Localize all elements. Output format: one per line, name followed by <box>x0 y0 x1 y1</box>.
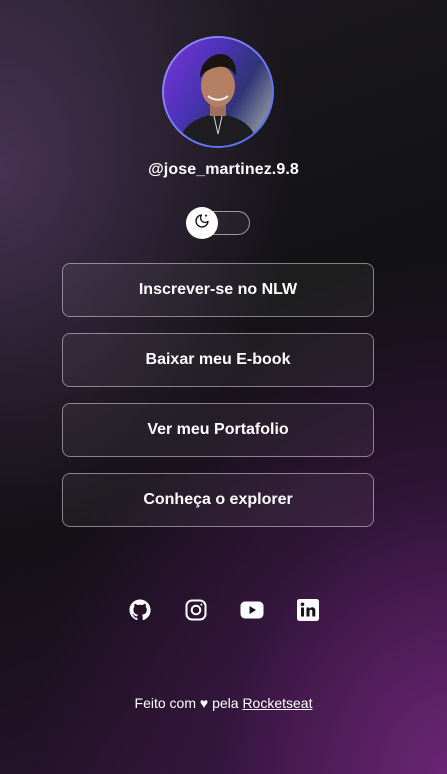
toggle-knob[interactable] <box>186 207 218 239</box>
page: @jose_martinez.9.8 Inscrever-se no NLW B… <box>0 0 447 774</box>
linkedin-icon[interactable] <box>296 598 320 622</box>
moon-icon <box>194 213 210 234</box>
profile-handle: @jose_martinez.9.8 <box>148 161 299 178</box>
footer-link-rocketseat[interactable]: Rocketseat <box>242 695 312 711</box>
avatar-image <box>164 38 272 146</box>
youtube-icon[interactable] <box>240 598 264 622</box>
avatar <box>162 36 274 148</box>
theme-toggle[interactable] <box>186 207 250 239</box>
link-button-explorer[interactable]: Conheça o explorer <box>62 473 374 527</box>
footer: Feito com ♥ pela Rocketseat <box>0 695 447 711</box>
link-button-nlw[interactable]: Inscrever-se no NLW <box>62 263 374 317</box>
social-links <box>0 598 447 622</box>
link-list: Inscrever-se no NLW Baixar meu E-book Ve… <box>62 263 374 543</box>
link-button-ebook[interactable]: Baixar meu E-book <box>62 333 374 387</box>
instagram-icon[interactable] <box>184 598 208 622</box>
footer-text: Feito com ♥ pela <box>134 695 239 711</box>
github-icon[interactable] <box>128 598 152 622</box>
link-button-portfolio[interactable]: Ver meu Portafolio <box>62 403 374 457</box>
